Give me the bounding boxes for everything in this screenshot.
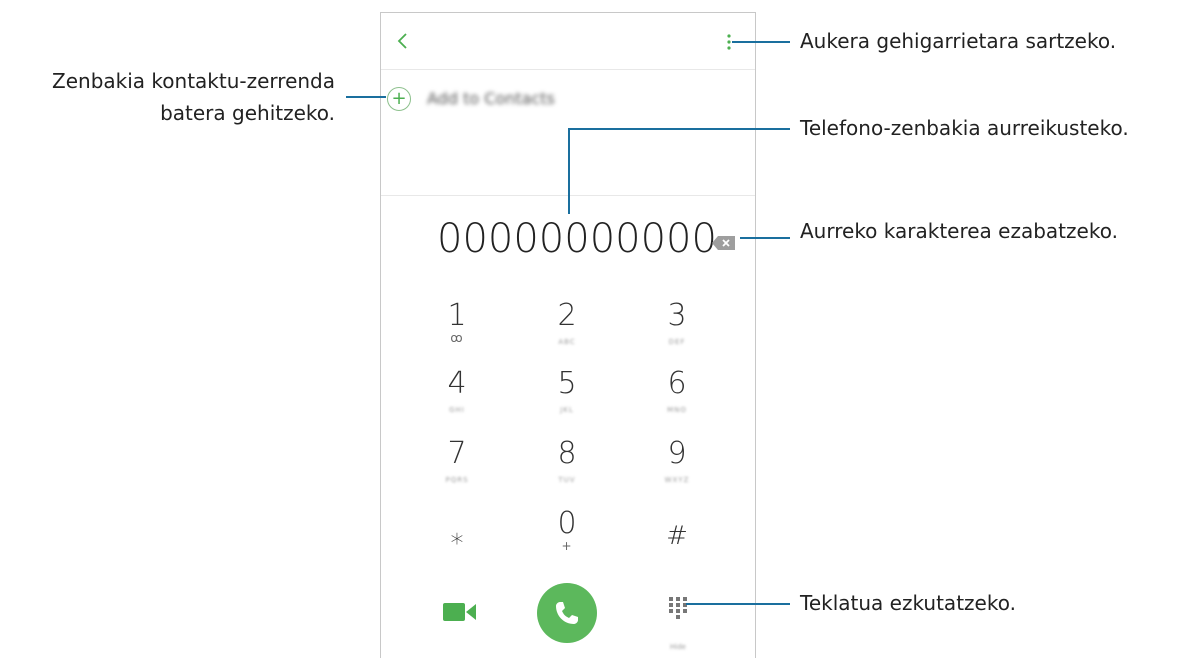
key-digit: 5 — [557, 366, 577, 401]
call-button[interactable] — [537, 583, 597, 643]
key-letters: MNO — [667, 406, 687, 414]
keypad-hide-icon[interactable] — [667, 595, 689, 635]
key-9[interactable]: 9 WXYZ — [627, 437, 727, 507]
callout-preview-number: Telefono-zenbakia aurreikusteko. — [800, 116, 1129, 140]
callout-add-contact-line2: batera gehitzeko. — [160, 101, 335, 125]
keypad-hide-label: Hide — [670, 643, 686, 651]
callout-line-preview-vertical — [568, 128, 570, 214]
callout-line-keypad — [686, 603, 790, 605]
callout-line-more — [732, 41, 790, 43]
back-arrow-icon[interactable] — [395, 31, 411, 51]
key-0[interactable]: 0 + — [517, 507, 617, 577]
key-plus: + — [561, 539, 573, 553]
key-letters: WXYZ — [664, 476, 690, 484]
add-to-contacts-button[interactable]: + Add to Contacts — [387, 87, 627, 113]
key-letters: TUV — [558, 476, 576, 484]
key-5[interactable]: 5 JKL — [517, 367, 617, 437]
add-plus-icon: + — [387, 87, 411, 111]
callout-line-add — [346, 96, 386, 98]
key-7[interactable]: 7 PQRS — [407, 437, 507, 507]
key-letters: GHI — [449, 406, 465, 414]
key-digit: 1 — [447, 298, 467, 333]
key-digit: 3 — [667, 298, 687, 333]
key-digit: ⁎ — [450, 521, 464, 551]
callout-hide-keypad: Teklatua ezkutatzeko. — [800, 591, 1016, 615]
key-hash[interactable]: # — [627, 519, 727, 589]
callout-more-options: Aukera gehigarrietara sartzeko. — [800, 29, 1117, 53]
key-digit: 4 — [447, 366, 467, 401]
phone-icon — [556, 602, 578, 624]
key-digit: 8 — [557, 436, 577, 471]
key-1[interactable]: 1 ꝏ — [407, 299, 507, 369]
dialer-illustration: + Add to Contacts 00000000000 1 ꝏ 2 ABC … — [0, 0, 1196, 658]
phone-screen: + Add to Contacts 00000000000 1 ꝏ 2 ABC … — [380, 12, 756, 658]
callout-line-preview-horizontal — [568, 128, 790, 130]
key-letters: DEF — [668, 338, 686, 346]
callout-add-contact-line1: Zenbakia kontaktu-zerrenda — [52, 69, 335, 93]
key-3[interactable]: 3 DEF — [627, 299, 727, 369]
add-to-contacts-label: Add to Contacts — [427, 89, 555, 108]
backspace-icon[interactable] — [711, 234, 737, 252]
key-digit: 2 — [557, 298, 577, 333]
key-digit: 9 — [667, 436, 687, 471]
key-4[interactable]: 4 GHI — [407, 367, 507, 437]
key-8[interactable]: 8 TUV — [517, 437, 617, 507]
key-digit: # — [666, 521, 688, 551]
callout-delete-char: Aurreko karakterea ezabatzeko. — [800, 219, 1118, 243]
key-digit: 7 — [447, 436, 467, 471]
key-digit: 0 — [557, 506, 577, 541]
voicemail-icon: ꝏ — [450, 331, 464, 345]
key-digit: 6 — [667, 366, 687, 401]
key-letters: PQRS — [445, 476, 469, 484]
key-letters: ABC — [558, 338, 576, 346]
key-6[interactable]: 6 MNO — [627, 367, 727, 437]
key-letters: JKL — [560, 406, 574, 414]
key-2[interactable]: 2 ABC — [517, 299, 617, 369]
callout-line-delete — [740, 237, 790, 239]
phone-number-display: 00000000000 — [437, 216, 717, 262]
top-bar — [381, 13, 755, 70]
key-star[interactable]: ⁎ — [407, 519, 507, 589]
video-call-icon[interactable] — [443, 601, 477, 623]
